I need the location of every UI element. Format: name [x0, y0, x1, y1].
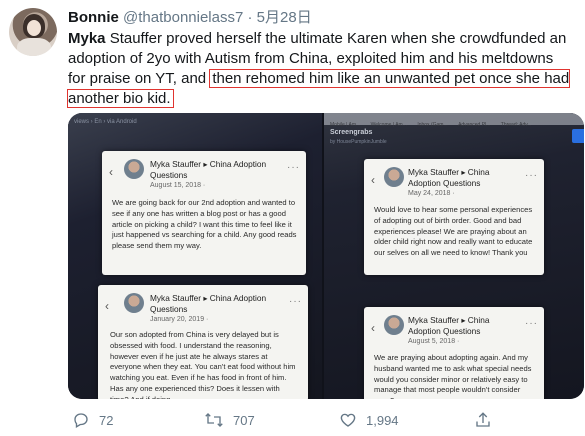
retweet-icon — [204, 411, 224, 429]
browser-tab: Welcome | Am... — [370, 122, 407, 128]
reply-count: 72 — [99, 412, 114, 428]
chevron-left-icon: ‹ — [105, 299, 109, 313]
media-photo-left[interactable]: views › En › via Android ‹ ··· Myka Stau… — [68, 113, 322, 399]
tweet-date[interactable]: 5月28日 — [257, 9, 312, 26]
tweet-header: Bonnie @thatbonnielass7 · 5月28日 — [68, 9, 312, 27]
like-icon — [339, 411, 357, 429]
post-body: Would love to hear some personal experie… — [374, 205, 533, 258]
browser-tab-bar: Mobile | Am... Welcome | Am... Inbox (Ga… — [324, 113, 584, 128]
chevron-left-icon: ‹ — [371, 173, 375, 187]
photo-breadcrumb: views › En › via Android — [74, 119, 137, 125]
tweet-text: Myka Stauffer proved herself the ultimat… — [66, 29, 573, 109]
post-avatar — [124, 293, 144, 313]
post-body: We are praying about adopting again. And… — [374, 353, 532, 399]
post-date: January 20, 2019 · — [150, 316, 209, 323]
browser-tab: Inbox (Gam... — [417, 122, 448, 128]
post-title: Myka Stauffer ▸ China Adoption Questions — [150, 159, 267, 180]
post-date: August 5, 2018 · — [408, 338, 460, 345]
site-sub: by HousePumpkinJumble — [330, 139, 387, 145]
blue-button — [572, 129, 584, 143]
author-name[interactable]: Bonnie — [68, 9, 119, 26]
post-date: August 15, 2018 · — [150, 182, 206, 189]
post-title: Myka Stauffer ▸ China Adoption Questions — [408, 167, 490, 188]
author-handle[interactable]: @thatbonnielass7 — [123, 9, 243, 26]
more-icon: ··· — [287, 162, 300, 173]
header-separator: · — [247, 9, 253, 26]
reply-icon — [72, 411, 90, 429]
more-icon: ··· — [525, 318, 538, 329]
browser-tab: Thread: Adv... — [500, 122, 532, 128]
post-date: May 24, 2018 · — [408, 190, 455, 197]
like-button[interactable]: 1,994 — [339, 411, 399, 429]
post-avatar — [124, 159, 144, 179]
reply-button[interactable]: 72 — [72, 411, 113, 429]
share-button[interactable] — [474, 411, 492, 429]
post-title: Myka Stauffer ▸ China Adoption Questions — [408, 315, 490, 336]
site-label: Screengrabs — [330, 129, 373, 136]
post-card: ‹ ··· Myka Stauffer ▸ China Adoption Que… — [98, 285, 308, 399]
share-icon — [474, 411, 492, 429]
post-card: ‹ ··· Myka Stauffer ▸ China Adoption Que… — [102, 151, 306, 275]
avatar-body — [17, 38, 51, 56]
post-card: ‹ ··· Myka Stauffer ▸ China Adoption Que… — [364, 307, 544, 399]
browser-tab: Advanced Pl... — [458, 122, 491, 128]
post-avatar — [384, 315, 404, 335]
post-body: We are going back for our 2nd adoption a… — [112, 198, 297, 251]
more-icon: ··· — [289, 296, 302, 307]
post-body: Our son adopted from China is very delay… — [110, 330, 296, 399]
more-icon: ··· — [525, 170, 538, 181]
tweet-media[interactable]: views › En › via Android ‹ ··· Myka Stau… — [68, 113, 584, 399]
retweet-count: 707 — [233, 412, 255, 428]
like-count: 1,994 — [366, 412, 399, 428]
avatar[interactable] — [9, 8, 57, 56]
tweet-text-bold: Myka — [68, 30, 106, 47]
chevron-left-icon: ‹ — [109, 165, 113, 179]
media-photo-right[interactable]: Mobile | Am... Welcome | Am... Inbox (Ga… — [324, 113, 584, 399]
retweet-button[interactable]: 707 — [204, 411, 255, 429]
post-card: ‹ ··· Myka Stauffer ▸ China Adoption Que… — [364, 159, 544, 275]
post-avatar — [384, 167, 404, 187]
chevron-left-icon: ‹ — [371, 321, 375, 335]
post-title: Myka Stauffer ▸ China Adoption Questions — [150, 293, 267, 314]
avatar-face — [27, 20, 41, 36]
